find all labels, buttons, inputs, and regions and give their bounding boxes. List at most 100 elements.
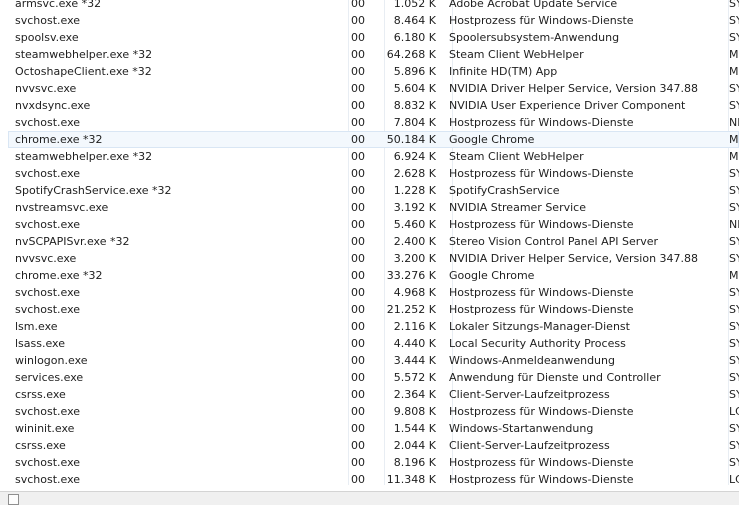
user-name: SY (729, 99, 739, 112)
cpu-usage: 00 (351, 235, 365, 248)
cpu-usage: 00 (351, 405, 365, 418)
process-name: chrome.exe *32 (15, 269, 103, 282)
memory-usage: 33.276 K (386, 269, 436, 282)
process-row[interactable]: svchost.exe 00 8.464 K Hostprozess für Wind… (8, 12, 739, 29)
process-name: armsvc.exe *32 (15, 0, 102, 10)
process-row[interactable]: wininit.exe 00 1.544 K Windows-Startanwendu… (8, 420, 739, 437)
process-row[interactable]: steamwebhelper.exe *32 00 6.924 K Steam Cli… (8, 148, 739, 165)
process-row[interactable]: svchost.exe 00 2.628 K Hostprozess für Wind… (8, 165, 739, 182)
cpu-usage: 00 (351, 201, 365, 214)
cpu-usage: 00 (351, 320, 365, 333)
memory-usage: 8.464 K (393, 14, 436, 27)
process-description: NVIDIA Streamer Service (449, 201, 586, 214)
user-name: SY (729, 354, 739, 367)
user-name: SY (729, 201, 739, 214)
process-name: csrss.exe (15, 439, 66, 452)
process-name: svchost.exe (15, 303, 81, 316)
cpu-usage: 00 (351, 303, 365, 316)
process-name: svchost.exe (15, 456, 81, 469)
process-row[interactable]: svchost.exe 00 11.348 K Hostprozess für Win… (8, 471, 739, 488)
process-name: nvvsvc.exe (15, 82, 77, 95)
cpu-usage: 00 (351, 218, 365, 231)
cpu-usage: 00 (351, 473, 365, 486)
process-row[interactable]: nvvsvc.exe 00 3.200 K NVIDIA Driver Helper … (8, 250, 739, 267)
cpu-usage: 00 (351, 0, 365, 10)
process-description: Lokaler Sitzungs-Manager-Dienst (449, 320, 630, 333)
process-row[interactable]: svchost.exe 00 21.252 K Hostprozess für Win… (8, 301, 739, 318)
cpu-usage: 00 (351, 354, 365, 367)
process-row[interactable]: nvxdsync.exe 00 8.832 K NVIDIA User Experie… (8, 97, 739, 114)
process-name: csrss.exe (15, 388, 66, 401)
process-description: NVIDIA Driver Helper Service, Version 34… (449, 252, 699, 265)
memory-usage: 8.196 K (393, 456, 436, 469)
process-row[interactable]: OctoshapeClient.exe *32 00 5.896 K Infinite… (8, 63, 739, 80)
process-row[interactable]: svchost.exe 00 7.804 K Hostprozess für Wind… (8, 114, 739, 131)
process-description: Anwendung für Dienste und Controller (449, 371, 661, 384)
process-name: services.exe (15, 371, 84, 384)
process-row[interactable]: spoolsv.exe 00 6.180 K Spoolersubsystem-Anw… (8, 29, 739, 46)
memory-usage: 7.804 K (393, 116, 436, 129)
process-row[interactable]: lsm.exe 00 2.116 K Lokaler Sitzungs-Manager… (8, 318, 739, 335)
process-row[interactable]: csrss.exe 00 2.364 K Client-Server-Laufzeit… (8, 386, 739, 403)
cpu-usage: 00 (351, 133, 365, 146)
process-description: Steam Client WebHelper (449, 48, 584, 61)
process-description: Adobe Acrobat Update Service (449, 0, 618, 10)
process-description: Hostprozess für Windows-Dienste (449, 456, 634, 469)
user-name: SY (729, 320, 739, 333)
process-row[interactable]: steamwebhelper.exe *32 00 64.268 K Steam Cl… (8, 46, 739, 63)
user-name: LC (729, 405, 739, 418)
process-name: winlogon.exe (15, 354, 88, 367)
process-row[interactable]: chrome.exe *32 00 50.184 K Google Chrome Mi (8, 131, 739, 148)
memory-usage: 5.460 K (393, 218, 436, 231)
process-name: svchost.exe (15, 14, 81, 27)
process-description: Client-Server-Laufzeitprozess (449, 388, 610, 401)
memory-usage: 6.180 K (393, 31, 436, 44)
process-description: NVIDIA User Experience Driver Component (449, 99, 686, 112)
process-row[interactable]: svchost.exe 00 8.196 K Hostprozess für Wind… (8, 454, 739, 471)
process-name: wininit.exe (15, 422, 75, 435)
process-name: svchost.exe (15, 218, 81, 231)
user-name: SY (729, 303, 739, 316)
process-row[interactable]: nvSCPAPISvr.exe *32 00 2.400 K Stereo Visio… (8, 233, 739, 250)
process-row[interactable]: nvvsvc.exe 00 5.604 K NVIDIA Driver Helper … (8, 80, 739, 97)
show-all-processes-checkbox[interactable] (8, 494, 19, 505)
process-row[interactable]: services.exe 00 5.572 K Anwendung für Diens… (8, 369, 739, 386)
process-row[interactable]: csrss.exe 00 2.044 K Client-Server-Laufzeit… (8, 437, 739, 454)
process-row[interactable]: lsass.exe 00 4.440 K Local Security Authori… (8, 335, 739, 352)
process-description: Client-Server-Laufzeitprozess (449, 439, 610, 452)
memory-usage: 21.252 K (386, 303, 436, 316)
memory-usage: 4.440 K (393, 337, 436, 350)
process-row[interactable]: SpotifyCrashService.exe *32 00 1.228 K Spot… (8, 182, 739, 199)
cpu-usage: 00 (351, 269, 365, 282)
memory-usage: 9.808 K (393, 405, 436, 418)
cpu-usage: 00 (351, 286, 365, 299)
process-row[interactable]: winlogon.exe 00 3.444 K Windows-Anmeldeanwe… (8, 352, 739, 369)
process-row[interactable]: armsvc.exe *32 00 1.052 K Adobe Acrobat Upd… (8, 0, 739, 12)
process-row[interactable]: svchost.exe 00 4.968 K Hostprozess für Wind… (8, 284, 739, 301)
process-name: steamwebhelper.exe *32 (15, 48, 153, 61)
memory-usage: 2.400 K (393, 235, 436, 248)
process-description: Hostprozess für Windows-Dienste (449, 286, 634, 299)
process-row[interactable]: svchost.exe 00 9.808 K Hostprozess für Wind… (8, 403, 739, 420)
process-name: steamwebhelper.exe *32 (15, 150, 153, 163)
memory-usage: 5.896 K (393, 65, 436, 78)
process-row[interactable]: svchost.exe 00 5.460 K Hostprozess für Wind… (8, 216, 739, 233)
process-description: Hostprozess für Windows-Dienste (449, 218, 634, 231)
user-name: SY (729, 439, 739, 452)
memory-usage: 3.200 K (393, 252, 436, 265)
process-name: lsass.exe (15, 337, 65, 350)
process-description: Hostprozess für Windows-Dienste (449, 303, 634, 316)
user-name: SY (729, 456, 739, 469)
user-name: SY (729, 388, 739, 401)
user-name: SY (729, 167, 739, 180)
process-description: Stereo Vision Control Panel API Server (449, 235, 659, 248)
process-row[interactable]: nvstreamsvc.exe 00 3.192 K NVIDIA Streamer … (8, 199, 739, 216)
user-name: SY (729, 235, 739, 248)
cpu-usage: 00 (351, 422, 365, 435)
process-description: NVIDIA Driver Helper Service, Version 34… (449, 82, 699, 95)
memory-usage: 2.116 K (393, 320, 436, 333)
user-name: NE (729, 116, 739, 129)
memory-usage: 1.228 K (393, 184, 436, 197)
user-name: SY (729, 14, 739, 27)
process-row[interactable]: chrome.exe *32 00 33.276 K Google Chrome Mi (8, 267, 739, 284)
